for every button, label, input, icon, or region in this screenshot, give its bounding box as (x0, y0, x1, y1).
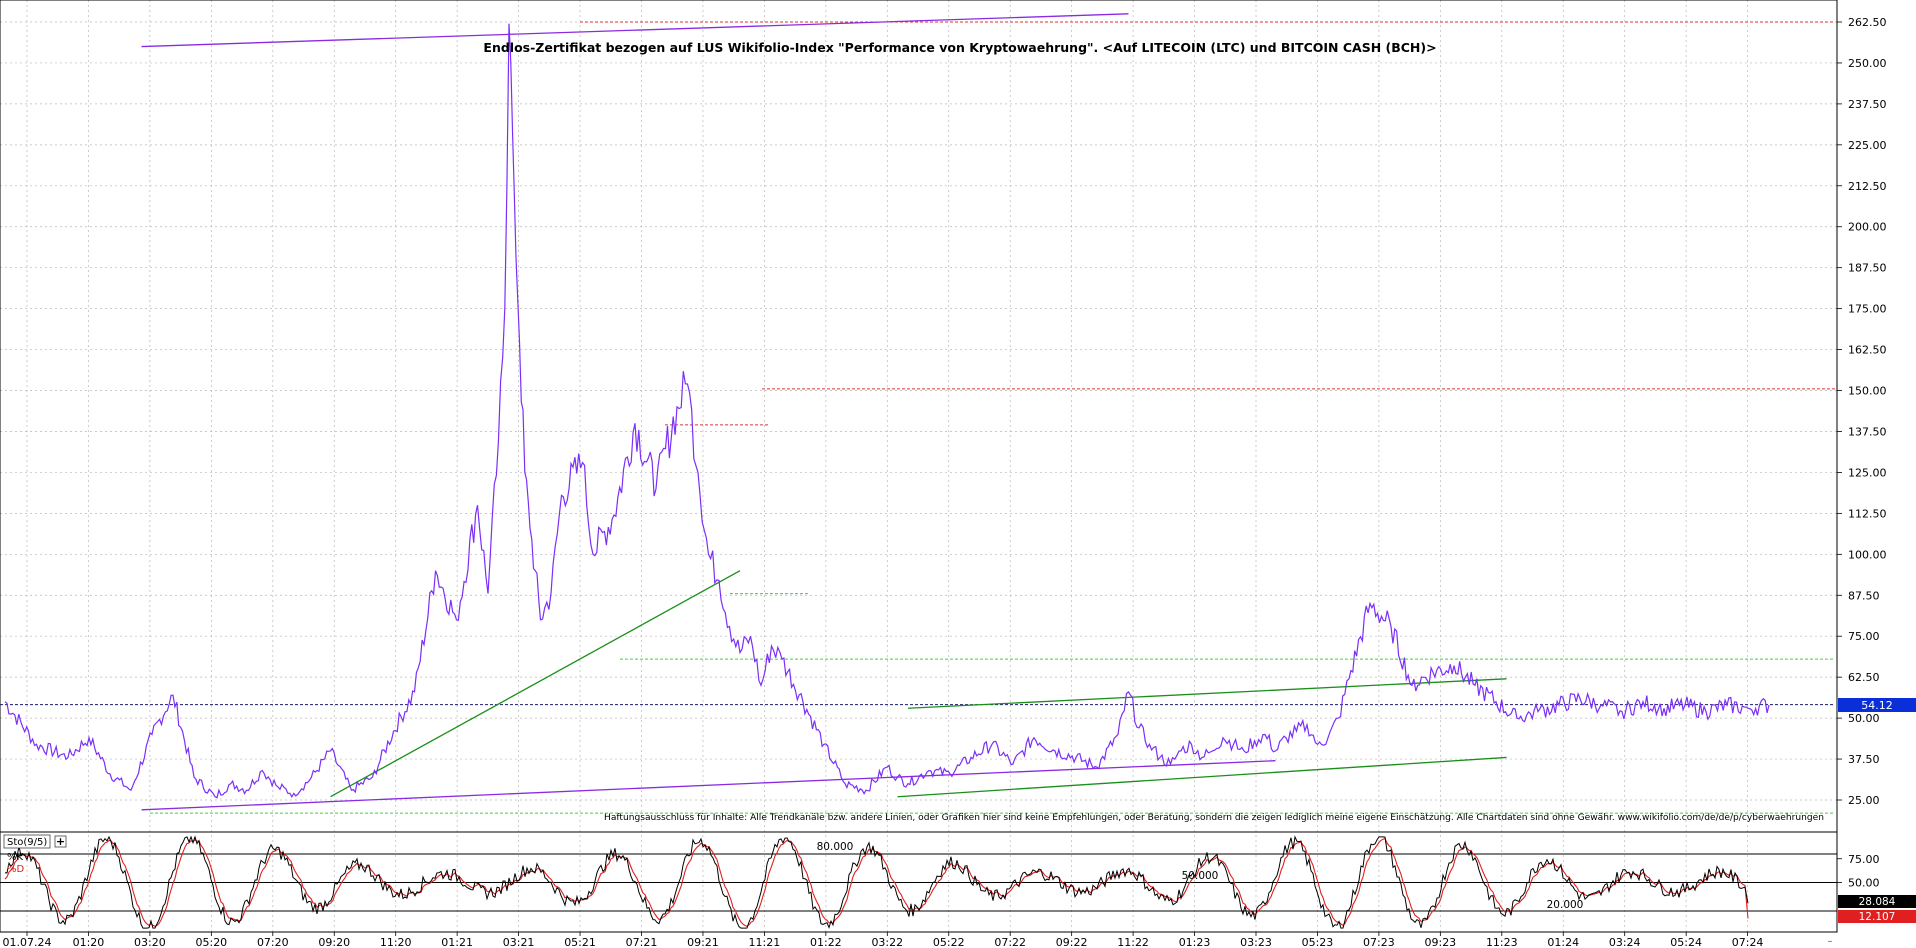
chart-title: Endlos-Zertifikat bezogen auf LUS Wikifo… (483, 40, 1436, 55)
x-tick-label: 07:22 (994, 936, 1026, 948)
y-tick-label: 237.50 (1848, 98, 1887, 111)
y-tick-label: 187.50 (1848, 262, 1887, 275)
y-tick-label: 262.50 (1848, 16, 1887, 29)
last-value-label: 54.12 (1861, 699, 1893, 712)
x-tick-label: 03:21 (503, 936, 535, 948)
y-tick-label: 175.00 (1848, 303, 1887, 316)
x-tick-label: 01.07.24 (3, 936, 52, 948)
x-tick-label: 03:20 (134, 936, 166, 948)
x-tick-label: 05:23 (1302, 936, 1334, 948)
y-tick-label: 50.00 (1848, 712, 1880, 725)
y-tick-label: 212.50 (1848, 180, 1887, 193)
y-tick-label: 62.50 (1848, 671, 1880, 684)
legend-k: %K (7, 852, 24, 863)
x-tick-label: 01:22 (810, 936, 842, 948)
y-tick-label: 37.50 (1848, 753, 1880, 766)
x-tick-label: 03:23 (1240, 936, 1272, 948)
x-tick-label: 01:24 (1547, 936, 1579, 948)
x-tick-label: 05:20 (195, 936, 227, 948)
x-tick-label: 07:24 (1732, 936, 1764, 948)
x-tick-label: 09:22 (1056, 936, 1088, 948)
x-tick-label: 01:21 (441, 936, 473, 948)
trendline (141, 760, 1276, 811)
legend-d: %D (7, 864, 25, 875)
x-axis-ticks: 01.07.24 01:20 03:20 05:20 07:20 09:20 11:20 01… (3, 932, 1764, 948)
stochastic-panel-frame (0, 831, 1838, 933)
x-tick-label: 07:20 (257, 936, 289, 948)
x-tick-label: 05:22 (933, 936, 965, 948)
x-tick-label: 09:23 (1424, 936, 1456, 948)
y-axis-ticks: 262.50 250.00 237.50 225.00 212.50 200.00 187.… (1837, 16, 1887, 807)
grid (0, 0, 1837, 932)
x-tick-label: 03:22 (871, 936, 903, 948)
sto-y-tick-label: 50.00 (1848, 877, 1880, 890)
x-tick-label: 09:21 (687, 936, 719, 948)
level-label-20: 20.000 (1547, 899, 1584, 911)
y-tick-label: 25.00 (1848, 794, 1880, 807)
y-tick-label: 137.50 (1848, 425, 1887, 438)
chart: 75.00 50.00 262.50 250.00 237.50 225.00 212.5… (0, 0, 1916, 948)
indicator-name: Sto(9/5) (7, 837, 47, 848)
y-tick-label: 225.00 (1848, 139, 1887, 152)
x-tick-label: 11:20 (380, 936, 412, 948)
level-label-50: 50.000 (1182, 870, 1219, 882)
horizontal-lines (0, 21, 1835, 814)
stochastic-lines: 75.00 50.00 (0, 835, 1880, 929)
y-tick-label: 150.00 (1848, 385, 1887, 398)
y-tick-label: 250.00 (1848, 57, 1887, 70)
y-tick-label: 87.50 (1848, 589, 1880, 602)
disclaimer: Haftungsausschluss für Inhalte: Alle Tre… (604, 813, 1824, 823)
y-tick-label: 100.00 (1848, 548, 1887, 561)
x-tick-label: 11:21 (749, 936, 781, 948)
scroll-left-icon[interactable]: – (1828, 936, 1833, 947)
y-tick-label: 112.50 (1848, 507, 1887, 520)
trendline (907, 678, 1507, 709)
y-tick-label: 75.00 (1848, 630, 1880, 643)
x-tick-label: 11:23 (1486, 936, 1518, 948)
y-tick-label: 162.50 (1848, 344, 1887, 357)
sto-y-tick-label: 75.00 (1848, 853, 1880, 866)
y-tick-label: 125.00 (1848, 466, 1887, 479)
x-tick-label: 05:24 (1670, 936, 1702, 948)
x-tick-label: 11:22 (1117, 936, 1149, 948)
x-tick-label: 09:20 (318, 936, 350, 948)
level-label-80: 80.000 (817, 841, 854, 853)
x-tick-label: 03:24 (1609, 936, 1641, 948)
x-tick-label: 07:23 (1363, 936, 1395, 948)
y-tick-label: 200.00 (1848, 221, 1887, 234)
plus-icon: + (56, 835, 65, 848)
x-tick-label: 05:21 (564, 936, 596, 948)
x-tick-label: 01:23 (1179, 936, 1211, 948)
trendline (330, 570, 741, 798)
d-value-label: 12.107 (1859, 911, 1896, 923)
trendlines (141, 13, 1507, 811)
x-tick-label: 07:21 (626, 936, 658, 948)
x-tick-label: 01:20 (73, 936, 105, 948)
k-value-label: 28.084 (1859, 896, 1896, 908)
